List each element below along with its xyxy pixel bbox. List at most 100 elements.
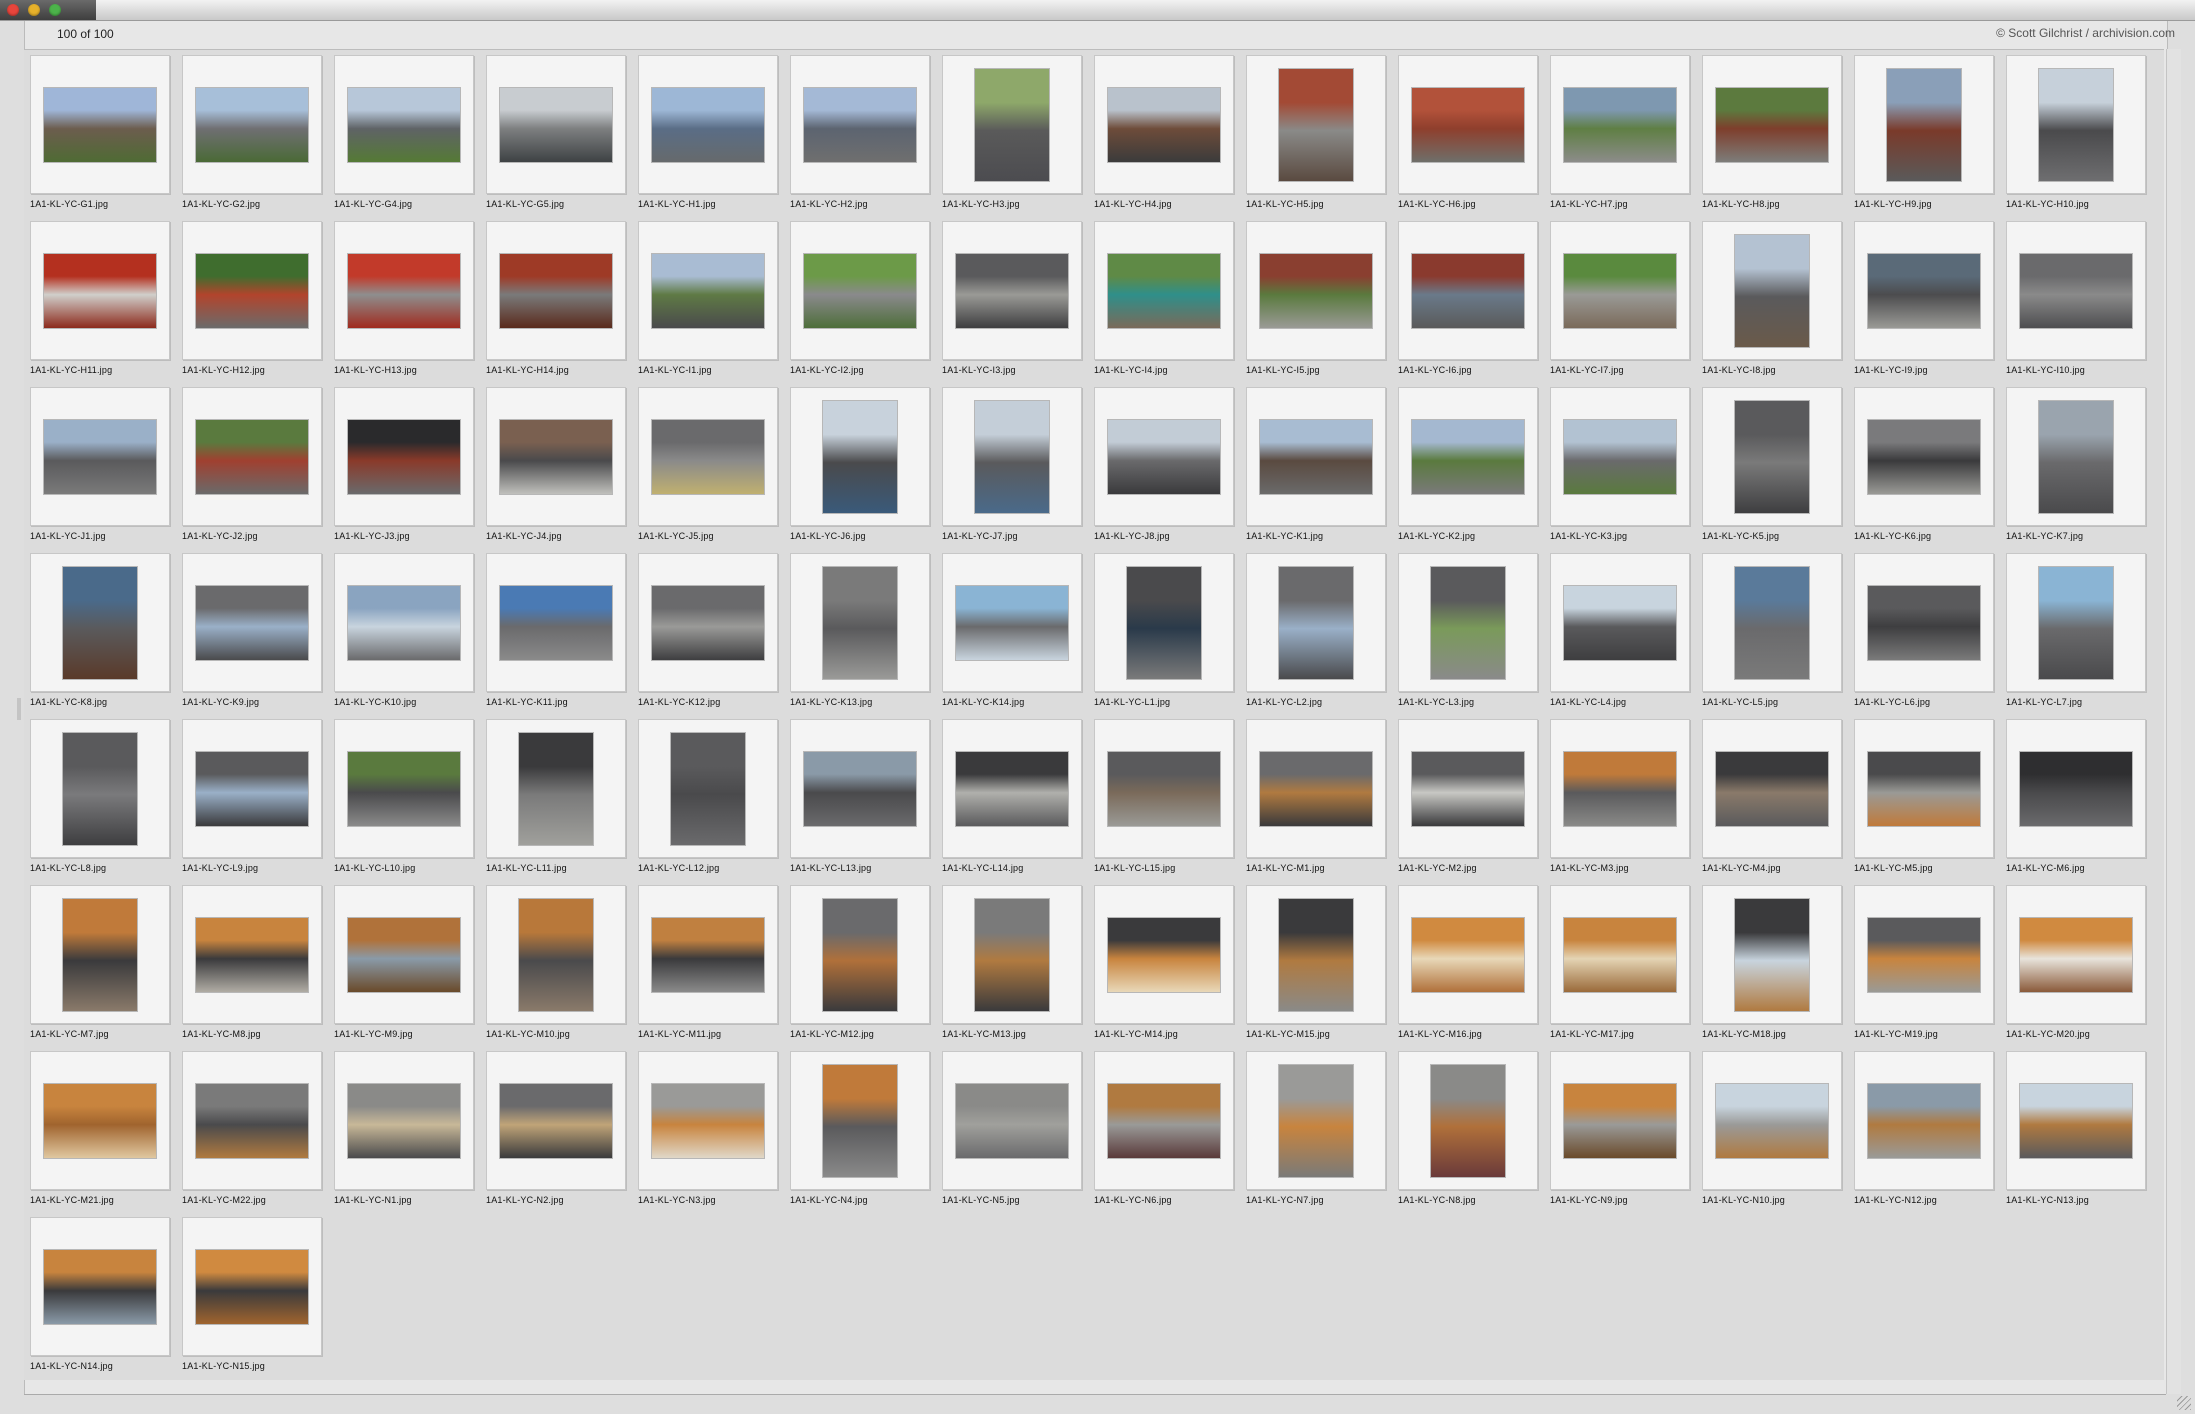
thumbnail-image[interactable] [1260, 751, 1372, 826]
thumbnail-frame[interactable] [1246, 1051, 1386, 1190]
thumbnail-image[interactable] [1431, 1064, 1505, 1177]
thumbnail-item[interactable]: 1A1-KL-YC-H5.jpg [1246, 55, 1386, 220]
thumbnail-image[interactable] [1564, 419, 1676, 494]
thumbnail-frame[interactable] [790, 221, 930, 360]
thumbnail-frame[interactable] [1702, 387, 1842, 526]
thumbnail-item[interactable]: 1A1-KL-YC-H9.jpg [1854, 55, 1994, 220]
thumbnail-image[interactable] [1564, 87, 1676, 162]
thumbnail-frame[interactable] [1398, 1051, 1538, 1190]
thumbnail-frame[interactable] [334, 1051, 474, 1190]
thumbnail-frame[interactable] [1398, 221, 1538, 360]
thumbnail-item[interactable]: 1A1-KL-YC-L3.jpg [1398, 553, 1538, 718]
thumbnail-image[interactable] [1564, 917, 1676, 992]
thumbnail-item[interactable]: 1A1-KL-YC-N13.jpg [2006, 1051, 2146, 1216]
thumbnail-frame[interactable] [182, 221, 322, 360]
thumbnail-frame[interactable] [182, 719, 322, 858]
thumbnail-item[interactable]: 1A1-KL-YC-J7.jpg [942, 387, 1082, 552]
thumbnail-item[interactable]: 1A1-KL-YC-M7.jpg [30, 885, 170, 1050]
thumbnail-item[interactable]: 1A1-KL-YC-H13.jpg [334, 221, 474, 386]
thumbnail-item[interactable]: 1A1-KL-YC-J2.jpg [182, 387, 322, 552]
thumbnail-frame[interactable] [1550, 553, 1690, 692]
thumbnail-image[interactable] [2020, 917, 2132, 992]
thumbnail-frame[interactable] [334, 719, 474, 858]
thumbnail-frame[interactable] [638, 221, 778, 360]
thumbnail-frame[interactable] [486, 1051, 626, 1190]
thumbnail-item[interactable]: 1A1-KL-YC-L6.jpg [1854, 553, 1994, 718]
thumbnail-frame[interactable] [1398, 719, 1538, 858]
thumbnail-frame[interactable] [486, 55, 626, 194]
thumbnail-frame[interactable] [790, 1051, 930, 1190]
thumbnail-item[interactable]: 1A1-KL-YC-M6.jpg [2006, 719, 2146, 884]
thumbnail-frame[interactable] [1398, 553, 1538, 692]
thumbnail-item[interactable]: 1A1-KL-YC-K3.jpg [1550, 387, 1690, 552]
thumbnail-item[interactable]: 1A1-KL-YC-G1.jpg [30, 55, 170, 220]
thumbnail-item[interactable]: 1A1-KL-YC-H8.jpg [1702, 55, 1842, 220]
thumbnail-image[interactable] [1868, 253, 1980, 328]
thumbnail-image[interactable] [519, 898, 593, 1011]
thumbnail-image[interactable] [823, 400, 897, 513]
thumbnail-item[interactable]: 1A1-KL-YC-I6.jpg [1398, 221, 1538, 386]
thumbnail-image[interactable] [1412, 253, 1524, 328]
thumbnail-image[interactable] [652, 1083, 764, 1158]
thumbnail-image[interactable] [1564, 253, 1676, 328]
thumbnail-frame[interactable] [638, 1051, 778, 1190]
thumbnail-frame[interactable] [2006, 553, 2146, 692]
thumbnail-image[interactable] [1564, 585, 1676, 660]
thumbnail-item[interactable]: 1A1-KL-YC-G2.jpg [182, 55, 322, 220]
thumbnail-item[interactable]: 1A1-KL-YC-H11.jpg [30, 221, 170, 386]
thumbnail-image[interactable] [44, 253, 156, 328]
thumbnail-frame[interactable] [1550, 719, 1690, 858]
thumbnail-frame[interactable] [182, 885, 322, 1024]
thumbnail-frame[interactable] [1246, 55, 1386, 194]
thumbnail-item[interactable]: 1A1-KL-YC-M13.jpg [942, 885, 1082, 1050]
thumbnail-frame[interactable] [1550, 387, 1690, 526]
thumbnail-item[interactable]: 1A1-KL-YC-N1.jpg [334, 1051, 474, 1216]
resize-grip-icon[interactable] [2177, 1396, 2191, 1410]
thumbnail-image[interactable] [63, 732, 137, 845]
thumbnail-item[interactable]: 1A1-KL-YC-H10.jpg [2006, 55, 2146, 220]
thumbnail-image[interactable] [823, 1064, 897, 1177]
thumbnail-frame[interactable] [1246, 719, 1386, 858]
thumbnail-frame[interactable] [334, 55, 474, 194]
thumbnail-item[interactable]: 1A1-KL-YC-I9.jpg [1854, 221, 1994, 386]
thumbnail-item[interactable]: 1A1-KL-YC-N5.jpg [942, 1051, 1082, 1216]
thumbnail-image[interactable] [2039, 566, 2113, 679]
thumbnail-image[interactable] [671, 732, 745, 845]
thumbnail-image[interactable] [956, 253, 1068, 328]
thumbnail-frame[interactable] [1550, 1051, 1690, 1190]
thumbnail-frame[interactable] [2006, 719, 2146, 858]
thumbnail-item[interactable]: 1A1-KL-YC-H4.jpg [1094, 55, 1234, 220]
thumbnail-item[interactable]: 1A1-KL-YC-M15.jpg [1246, 885, 1386, 1050]
thumbnail-item[interactable]: 1A1-KL-YC-G5.jpg [486, 55, 626, 220]
thumbnail-image[interactable] [500, 585, 612, 660]
thumbnail-item[interactable]: 1A1-KL-YC-N8.jpg [1398, 1051, 1538, 1216]
thumbnail-frame[interactable] [1550, 885, 1690, 1024]
thumbnail-frame[interactable] [1094, 885, 1234, 1024]
thumbnail-frame[interactable] [790, 885, 930, 1024]
thumbnail-item[interactable]: 1A1-KL-YC-J6.jpg [790, 387, 930, 552]
thumbnail-item[interactable]: 1A1-KL-YC-I5.jpg [1246, 221, 1386, 386]
thumbnail-item[interactable]: 1A1-KL-YC-L15.jpg [1094, 719, 1234, 884]
thumbnail-frame[interactable] [486, 719, 626, 858]
thumbnail-image[interactable] [196, 87, 308, 162]
thumbnail-item[interactable]: 1A1-KL-YC-G4.jpg [334, 55, 474, 220]
thumbnail-image[interactable] [956, 585, 1068, 660]
thumbnail-image[interactable] [1735, 566, 1809, 679]
thumbnail-item[interactable]: 1A1-KL-YC-M19.jpg [1854, 885, 1994, 1050]
thumbnail-frame[interactable] [942, 221, 1082, 360]
thumbnail-frame[interactable] [1854, 1051, 1994, 1190]
thumbnail-image[interactable] [1887, 68, 1961, 181]
thumbnail-image[interactable] [975, 898, 1049, 1011]
thumbnail-image[interactable] [1108, 419, 1220, 494]
thumbnail-frame[interactable] [486, 885, 626, 1024]
thumbnail-frame[interactable] [2006, 387, 2146, 526]
thumbnail-item[interactable]: 1A1-KL-YC-L11.jpg [486, 719, 626, 884]
thumbnail-image[interactable] [1735, 400, 1809, 513]
thumbnail-image[interactable] [652, 87, 764, 162]
thumbnail-item[interactable]: 1A1-KL-YC-L13.jpg [790, 719, 930, 884]
thumbnail-image[interactable] [823, 898, 897, 1011]
thumbnail-image[interactable] [196, 419, 308, 494]
thumbnail-frame[interactable] [30, 387, 170, 526]
thumbnail-image[interactable] [348, 1083, 460, 1158]
thumbnail-item[interactable]: 1A1-KL-YC-H14.jpg [486, 221, 626, 386]
